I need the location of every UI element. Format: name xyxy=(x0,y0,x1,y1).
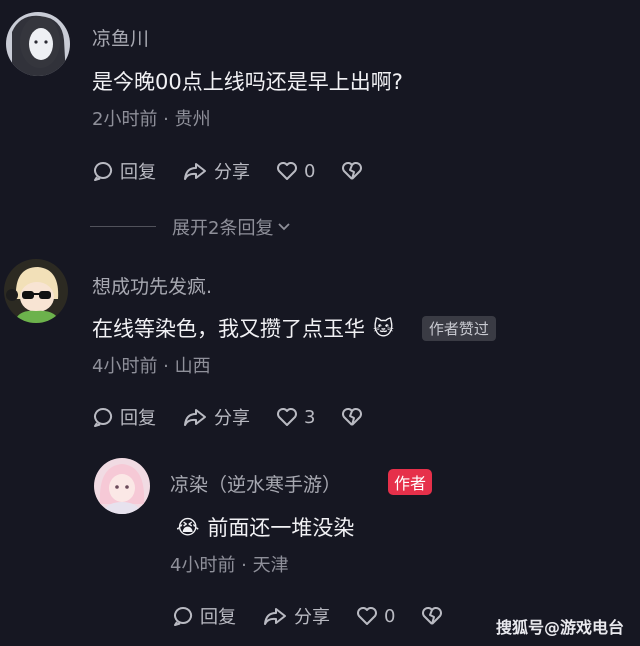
divider xyxy=(90,226,156,227)
reply-text: 😭 前面还一堆没染 xyxy=(176,512,354,542)
reply-button[interactable]: 回复 xyxy=(172,603,236,629)
comment-text-content: 是今晚00点上线吗还是早上出啊? xyxy=(92,70,403,94)
comment-text-content: 在线等染色，我又攒了点玉华 xyxy=(92,317,365,341)
like-count: 3 xyxy=(304,406,316,428)
expand-replies-button[interactable]: 展开2条回复 xyxy=(172,214,291,240)
reply-button[interactable]: 回复 xyxy=(92,158,156,184)
avatar[interactable] xyxy=(4,259,68,323)
broken-heart-icon xyxy=(342,162,363,180)
reply-author[interactable]: 凉染（逆水寒手游） xyxy=(170,470,341,497)
like-count: 0 xyxy=(384,605,396,627)
share-arrow-icon xyxy=(264,608,286,625)
comment-text: 在线等染色，我又攒了点玉华 🐱 作者赞过 xyxy=(92,313,496,343)
share-label: 分享 xyxy=(214,408,250,429)
like-button[interactable]: 0 xyxy=(356,606,395,627)
dislike-button[interactable] xyxy=(341,407,363,427)
crying-emoji: 😭 xyxy=(176,515,200,539)
share-label: 分享 xyxy=(294,607,330,628)
heart-icon xyxy=(277,408,297,426)
heart-icon xyxy=(277,162,297,180)
share-button[interactable]: 分享 xyxy=(182,158,250,184)
comment-bubble-icon xyxy=(94,408,112,427)
comment-actions: 回复 分享 3 xyxy=(92,404,389,430)
comment-actions: 回复 分享 0 xyxy=(92,158,389,184)
share-arrow-icon xyxy=(184,163,206,180)
expand-replies[interactable]: 展开2条回复 xyxy=(0,212,640,242)
share-arrow-icon xyxy=(184,409,206,426)
author-liked-badge: 作者赞过 xyxy=(421,315,496,341)
share-button[interactable]: 分享 xyxy=(182,404,250,430)
chevron-down-icon xyxy=(278,223,291,231)
author-badge: 作者 xyxy=(388,469,433,495)
avatar[interactable] xyxy=(6,12,70,76)
reply-actions: 回复 分享 0 xyxy=(172,603,469,629)
dislike-button[interactable] xyxy=(421,606,443,626)
heart-icon xyxy=(357,607,377,625)
reply-label: 回复 xyxy=(120,162,156,183)
broken-heart-icon xyxy=(342,408,363,426)
like-count: 0 xyxy=(304,160,316,182)
comment-meta: 2小时前 · 贵州 xyxy=(92,109,211,130)
comment-author[interactable]: 想成功先发疯. xyxy=(92,272,212,299)
broken-heart-icon xyxy=(422,607,443,625)
comment-author[interactable]: 凉鱼川 xyxy=(92,24,149,51)
like-button[interactable]: 0 xyxy=(276,161,315,182)
watermark: 搜狐号@游戏电台 xyxy=(495,618,624,637)
reply-meta: 4小时前 · 天津 xyxy=(170,555,289,576)
reply-label: 回复 xyxy=(200,607,236,628)
comment-text: 是今晚00点上线吗还是早上出啊? xyxy=(92,66,403,96)
reply-button[interactable]: 回复 xyxy=(92,404,156,430)
expand-replies-label: 展开2条回复 xyxy=(172,218,274,239)
reply-label: 回复 xyxy=(120,408,156,429)
comment-bubble-icon xyxy=(94,162,112,181)
share-button[interactable]: 分享 xyxy=(262,603,330,629)
avatar[interactable] xyxy=(94,458,150,514)
dislike-button[interactable] xyxy=(341,161,363,181)
comment-bubble-icon xyxy=(174,607,192,626)
reply-text-content: 前面还一堆没染 xyxy=(207,516,355,540)
cat-emoji: 🐱 xyxy=(373,316,394,340)
like-button[interactable]: 3 xyxy=(276,407,315,428)
share-label: 分享 xyxy=(214,162,250,183)
comment-meta: 4小时前 · 山西 xyxy=(92,356,211,377)
